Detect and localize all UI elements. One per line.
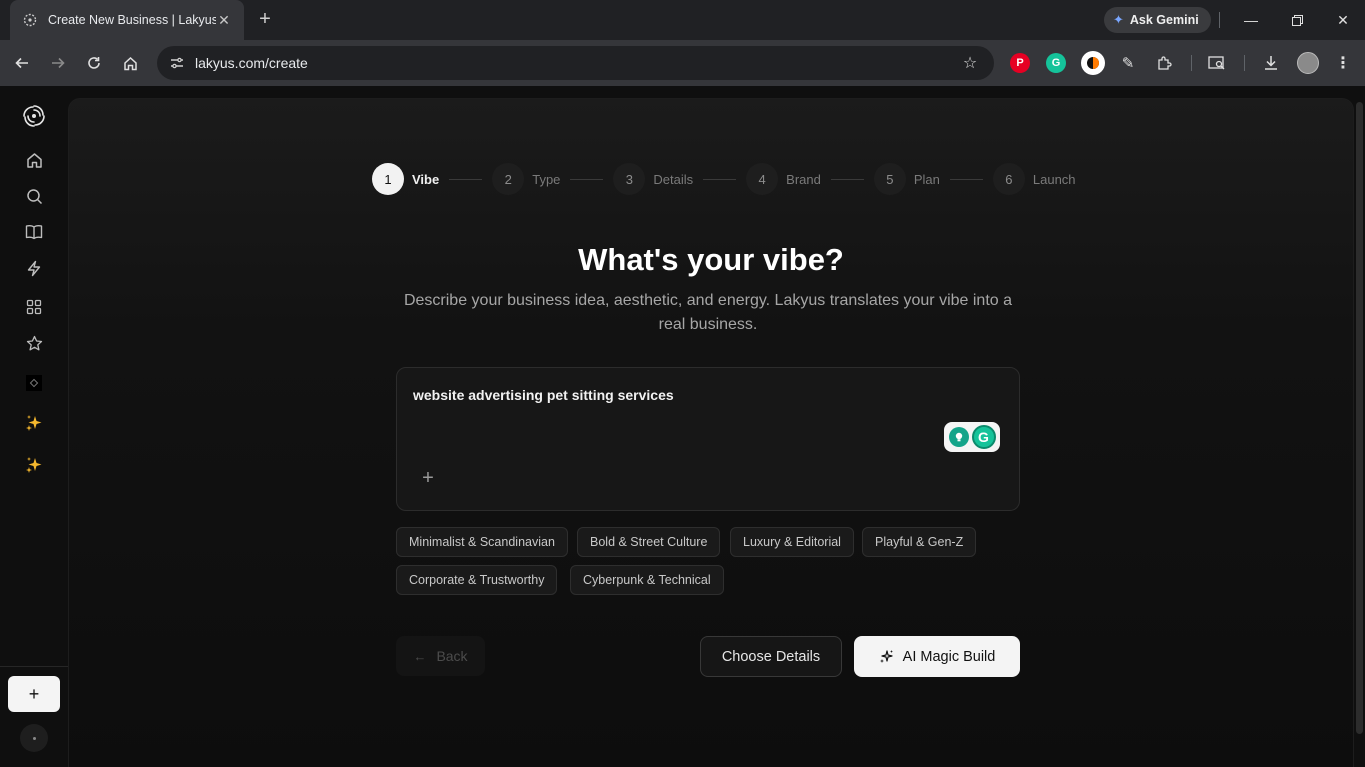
sidebar-divider: [0, 666, 68, 667]
minimize-icon[interactable]: —: [1241, 10, 1261, 30]
ai-magic-build-button[interactable]: AI Magic Build: [854, 636, 1020, 677]
home-icon[interactable]: [23, 149, 45, 171]
grammarly-widget[interactable]: G: [944, 422, 1000, 452]
step-connector: [570, 178, 604, 180]
step-connector: [830, 178, 864, 180]
new-tab-button[interactable]: +: [254, 8, 276, 30]
ask-gemini-button[interactable]: ✦ Ask Gemini: [1104, 7, 1211, 33]
back-button-label: Back: [436, 648, 468, 664]
vibe-prompt-input[interactable]: website advertising pet sitting services…: [396, 367, 1020, 511]
step-type[interactable]: 2 Type: [492, 163, 613, 195]
back-arrow-icon[interactable]: [11, 52, 33, 74]
scrollbar[interactable]: [1354, 98, 1365, 767]
vibe-chip[interactable]: Cyberpunk & Technical: [570, 565, 724, 595]
downloads-icon[interactable]: [1261, 53, 1281, 73]
step-brand[interactable]: 4 Brand: [746, 163, 874, 195]
divider: [1191, 55, 1192, 71]
restore-icon[interactable]: [1287, 10, 1307, 30]
grid-icon[interactable]: [23, 296, 45, 318]
page-title: What's your vibe?: [578, 242, 844, 277]
ask-gemini-label: Ask Gemini: [1129, 13, 1199, 27]
sparkles-icon[interactable]: [23, 454, 45, 476]
extensions-puzzle-icon[interactable]: [1154, 53, 1174, 73]
step-plan[interactable]: 5 Plan: [873, 163, 993, 195]
step-number: 4: [746, 163, 779, 195]
browser-tab[interactable]: Create New Business | Lakyus ✕: [10, 0, 244, 40]
circle-extension-icon[interactable]: [1081, 51, 1105, 75]
browser-toolbar: lakyus.com/create ☆ P G ✎ ⋮: [0, 40, 1365, 86]
prompt-text: website advertising pet sitting services: [413, 387, 674, 403]
step-label: Plan: [913, 171, 940, 187]
step-number: 3: [613, 163, 646, 195]
pinterest-extension-icon[interactable]: P: [1010, 53, 1030, 73]
divider: [1244, 55, 1245, 71]
step-label: Launch: [1032, 171, 1076, 187]
vibe-chip[interactable]: Corporate & Trustworthy: [396, 565, 558, 595]
step-connector: [449, 178, 483, 180]
eyedropper-icon[interactable]: ✎: [1118, 53, 1138, 73]
bookmark-star-icon[interactable]: ☆: [960, 53, 980, 73]
sparkle-icon: [879, 649, 894, 664]
home-icon[interactable]: [119, 52, 141, 74]
back-button[interactable]: ← Back: [396, 636, 485, 676]
forward-arrow-icon[interactable]: [47, 52, 69, 74]
book-icon[interactable]: [23, 221, 45, 243]
project-thumbnail-icon[interactable]: [23, 372, 45, 394]
page-subtitle: Describe your business idea, aesthetic, …: [403, 292, 1013, 333]
choose-details-button[interactable]: Choose Details: [700, 636, 842, 677]
step-number: 6: [992, 163, 1025, 195]
add-attachment-icon[interactable]: +: [419, 468, 437, 488]
new-project-button[interactable]: +: [8, 676, 60, 712]
sparkles-icon[interactable]: [23, 412, 45, 434]
step-number: 1: [372, 163, 404, 195]
app-sidebar: +: [0, 86, 68, 767]
lakyus-favicon-icon: [22, 12, 38, 28]
step-launch[interactable]: 6 Launch: [992, 163, 1076, 195]
scrollbar-thumb[interactable]: [1356, 102, 1363, 734]
divider: [1219, 12, 1220, 28]
grammarly-g-icon[interactable]: G: [971, 425, 996, 449]
vibe-chip[interactable]: Minimalist & Scandinavian: [396, 527, 568, 557]
back-arrow-icon: ←: [413, 648, 427, 664]
more-menu-icon[interactable]: ⋮: [1333, 53, 1353, 73]
step-connector: [949, 178, 983, 180]
search-icon[interactable]: [23, 185, 45, 207]
progress-stepper: 1 Vibe 2 Type 3 Details 4 Brand 5 Plan 6…: [372, 163, 1076, 195]
site-info-icon[interactable]: [169, 55, 185, 71]
star-icon[interactable]: [23, 332, 45, 354]
vibe-chip[interactable]: Bold & Street Culture: [577, 527, 721, 557]
step-label: Vibe: [412, 171, 440, 187]
vibe-chip[interactable]: Playful & Gen-Z: [862, 527, 977, 557]
step-label: Brand: [786, 171, 821, 187]
ai-magic-build-label: AI Magic Build: [902, 648, 996, 665]
tab-close-icon[interactable]: ✕: [216, 12, 232, 28]
lightbulb-icon[interactable]: [948, 427, 969, 447]
step-number: 5: [873, 163, 906, 195]
reload-icon[interactable]: [83, 52, 105, 74]
profile-avatar[interactable]: [1297, 52, 1319, 74]
step-number: 2: [492, 163, 525, 195]
step-label: Details: [653, 171, 694, 187]
address-bar[interactable]: lakyus.com/create ☆: [157, 46, 994, 80]
step-vibe[interactable]: 1 Vibe: [372, 163, 492, 195]
browser-tab-bar: Create New Business | Lakyus ✕ + ✦ Ask G…: [0, 0, 1365, 40]
gemini-sparkle-icon: ✦: [1113, 12, 1124, 27]
close-window-icon[interactable]: ✕: [1333, 10, 1353, 30]
vibe-chip[interactable]: Luxury & Editorial: [730, 527, 854, 557]
step-label: Type: [532, 171, 561, 187]
url-text: lakyus.com/create: [195, 55, 308, 71]
step-connector: [703, 178, 737, 180]
step-details[interactable]: 3 Details: [613, 163, 746, 195]
lakyus-logo-icon[interactable]: [21, 103, 47, 129]
user-avatar[interactable]: [20, 724, 48, 752]
tab-title: Create New Business | Lakyus: [48, 13, 216, 27]
grammarly-extension-icon[interactable]: G: [1046, 53, 1066, 73]
lightning-icon[interactable]: [23, 257, 45, 279]
tab-search-icon[interactable]: [1207, 53, 1227, 73]
